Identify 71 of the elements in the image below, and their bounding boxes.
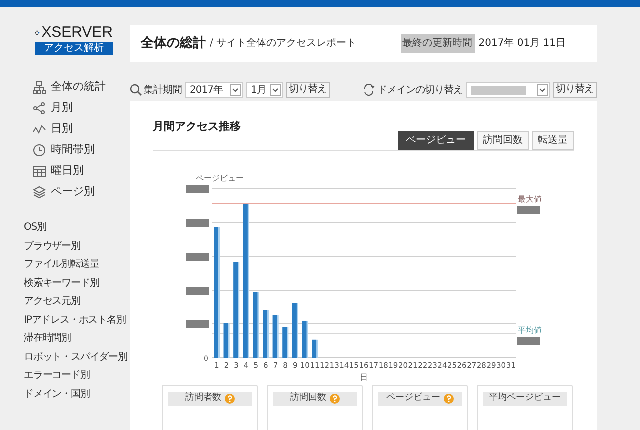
- logo-text: XSERVER: [42, 25, 113, 40]
- nav-link[interactable]: ドメイン・国別: [24, 386, 130, 404]
- refresh-icon: [362, 84, 374, 96]
- bar: [312, 339, 318, 358]
- domain-label: ドメインの切り替え: [378, 84, 463, 98]
- nav-link[interactable]: 検索キーワード別: [24, 274, 130, 293]
- switch-button[interactable]: 切り替え: [553, 82, 597, 98]
- search-icon: [130, 84, 142, 96]
- stat-label: 平均ページビュー: [489, 392, 561, 405]
- chart-tab[interactable]: ページビュー: [398, 130, 474, 150]
- bar: [292, 302, 298, 358]
- nav-link[interactable]: OS別: [24, 219, 130, 238]
- max-label: 最大値: [518, 194, 542, 204]
- bar: [224, 322, 230, 358]
- caret-icon: [537, 84, 548, 96]
- nav-link[interactable]: ブラウザー別: [24, 238, 130, 256]
- axis-title: ページビュー: [196, 174, 244, 182]
- stat-label: 訪問回数: [290, 392, 326, 405]
- share-icon: [33, 102, 46, 115]
- help-icon[interactable]: [224, 394, 234, 404]
- masked-value: [471, 86, 526, 94]
- nav-link[interactable]: 曜日別: [51, 163, 84, 180]
- masked-label: [186, 252, 209, 260]
- sitemap-icon: [33, 81, 46, 94]
- nav-link[interactable]: 全体の統計: [51, 79, 106, 96]
- help-icon[interactable]: [444, 394, 454, 404]
- line-graph-icon: [33, 123, 46, 136]
- nav-link[interactable]: 時間帯別: [51, 142, 95, 159]
- nav-link[interactable]: ロボット・スパイダー別: [24, 348, 130, 367]
- nav-link[interactable]: 月別: [51, 100, 73, 117]
- stat-label: ページビュー: [386, 392, 440, 405]
- year-select[interactable]: 2017年: [185, 82, 243, 98]
- bar: [302, 320, 308, 358]
- nav-link[interactable]: 滞在時間別: [24, 330, 130, 348]
- calendar-icon: [33, 165, 46, 178]
- page-subtitle: / サイト全体のアクセスレポート: [210, 37, 357, 51]
- masked-value: [517, 206, 540, 214]
- bar: [282, 326, 289, 358]
- stat-label: 訪問者数: [186, 392, 222, 405]
- caret-icon: [270, 84, 281, 96]
- chart-tab[interactable]: 転送量: [532, 130, 574, 150]
- update-label: 最終の更新時間: [400, 34, 475, 53]
- masked-value: [517, 336, 540, 344]
- nav-link[interactable]: IPアドレス・ホスト名別: [24, 312, 130, 330]
- bar: [263, 310, 270, 358]
- nav-link[interactable]: 日別: [51, 121, 73, 138]
- bar: [253, 292, 260, 358]
- masked-label: [186, 218, 209, 226]
- update-time: 2017年 01月 11日: [478, 37, 566, 51]
- month-select[interactable]: 1月: [246, 82, 283, 98]
- bar: [272, 314, 279, 358]
- masked-label: [186, 320, 209, 328]
- nav-link[interactable]: アクセス元別: [24, 293, 130, 312]
- caret-icon: [230, 84, 241, 96]
- logo-subtitle: アクセス解析: [35, 42, 113, 55]
- page-title: 全体の総計: [141, 34, 206, 53]
- average-label: 平均値: [518, 326, 542, 334]
- masked-label: [186, 184, 209, 192]
- panel-title: 月間アクセス推移: [153, 119, 241, 135]
- period-label: 集計期間: [144, 84, 182, 98]
- switch-button[interactable]: 切り替え: [286, 82, 330, 98]
- chart-tab[interactable]: 訪問回数: [477, 130, 529, 150]
- masked-label: [186, 286, 209, 294]
- nav-link[interactable]: ファイル別転送量: [24, 256, 130, 274]
- nav-link[interactable]: ページ別: [51, 184, 95, 201]
- domain-select[interactable]: [466, 82, 550, 98]
- nav-link[interactable]: エラーコード別: [24, 367, 130, 386]
- axis-title: 日: [360, 372, 368, 382]
- clock-icon: [33, 144, 46, 157]
- layers-icon: [33, 186, 46, 199]
- help-icon[interactable]: [330, 394, 340, 404]
